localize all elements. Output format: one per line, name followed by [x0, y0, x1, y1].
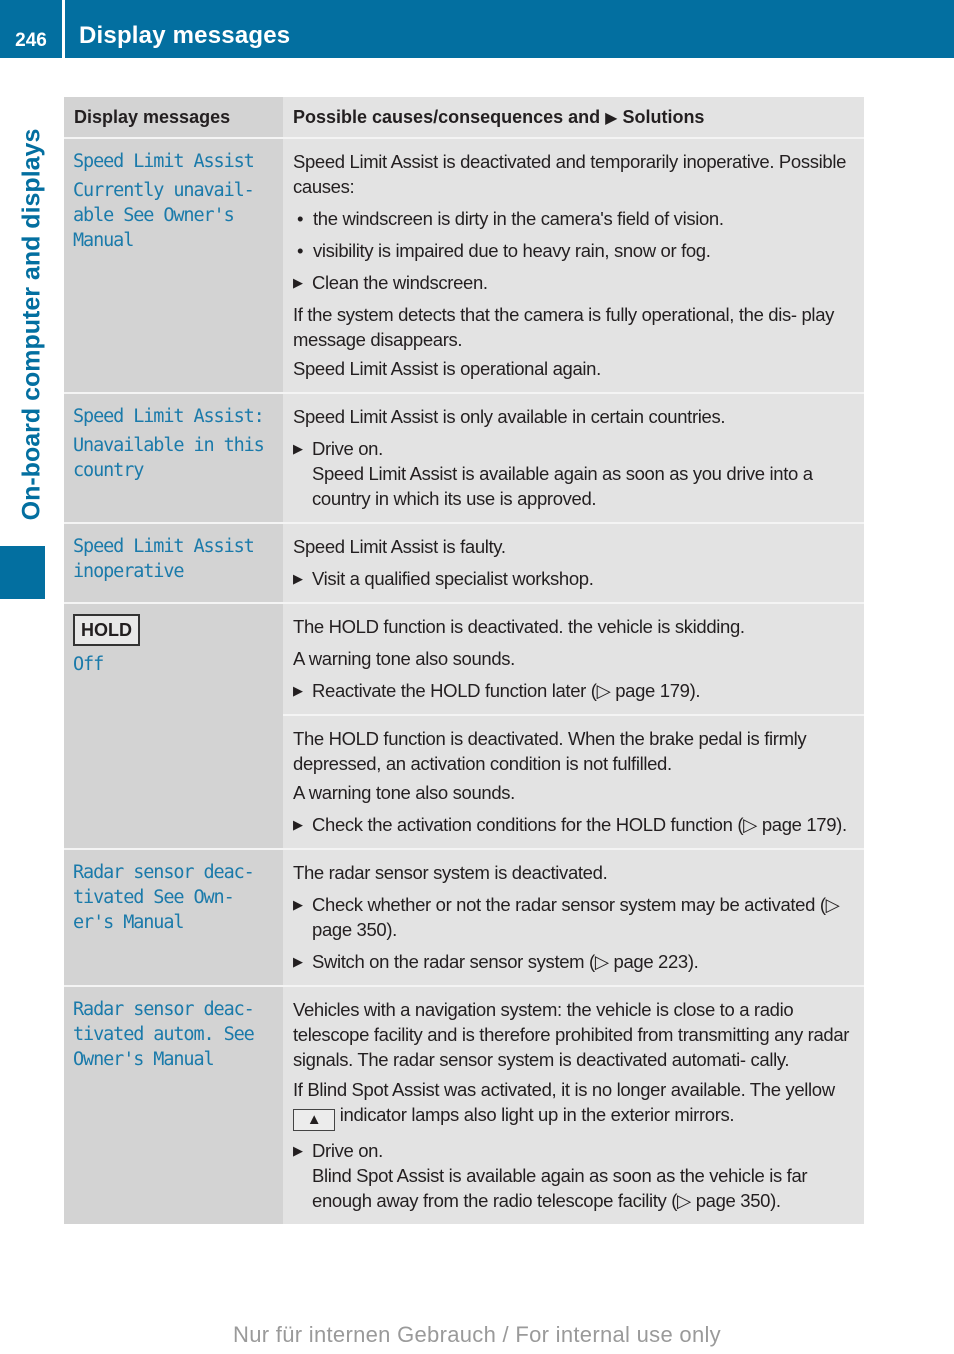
- message-solution: Vehicles with a navigation system: the v…: [283, 985, 864, 1224]
- message-solution: Speed Limit Assist is faulty. ▶ Visit a q…: [283, 522, 864, 603]
- hold-indicator-icon: HOLD: [73, 614, 140, 646]
- bullet-text: the windscreen is dirty in the camera's …: [313, 208, 724, 229]
- cause-bullet: • visibility is impaired due to heavy rai…: [293, 238, 856, 263]
- step-text: Drive on.: [312, 438, 383, 459]
- cause-text: The HOLD function is deactivated. the ve…: [293, 616, 745, 637]
- blind-spot-text-post: indicator lamps also light up in the ext…: [335, 1104, 735, 1125]
- message-solution: The radar sensor system is deactivated. …: [283, 848, 864, 986]
- side-chapter-marker: [0, 546, 45, 599]
- solution-step: ▶ Check the activation conditions for the…: [293, 812, 856, 837]
- message-text: Speed Limit Assist inoperative: [73, 536, 255, 582]
- page-number: 246: [15, 30, 47, 51]
- step-text: Drive on.: [312, 1140, 383, 1161]
- column-header-messages: Display messages: [64, 97, 283, 138]
- step-arrow-icon: ▶: [293, 954, 303, 969]
- display-message: Speed Limit Assist inoperative: [64, 522, 283, 603]
- solution-step: ▶ Clean the windscreen.: [293, 270, 856, 295]
- solution-step: ▶ Drive on. Blind Spot Assist is available…: [293, 1138, 856, 1213]
- bullet-icon: •: [297, 208, 304, 229]
- step-arrow-icon: ▶: [293, 897, 303, 912]
- side-chapter-label: On-board computer and displays: [17, 128, 46, 520]
- display-message: Speed Limit Assist Currently unavail‐ ab…: [64, 137, 283, 393]
- display-message: Radar sensor deac‐ tivated autom. See Ow…: [64, 985, 283, 1224]
- solution-step: ▶ Drive on. Speed Limit Assist is availabl…: [293, 436, 856, 511]
- step-arrow-icon: ▶: [293, 1143, 303, 1158]
- solution-arrow-icon: ▶: [605, 110, 618, 127]
- step-text: Reactivate the HOLD function later (▷ pa…: [312, 680, 701, 701]
- blind-spot-text-pre: If Blind Spot Assist was activated, it i…: [293, 1079, 835, 1100]
- step-text: Clean the windscreen.: [312, 272, 488, 293]
- message-text: Off: [73, 654, 104, 675]
- message-text: Speed Limit Assist:: [73, 406, 265, 427]
- display-message: HOLD Off: [64, 602, 283, 849]
- step-text: Check whether or not the radar sensor sy…: [312, 894, 840, 940]
- internal-use-watermark: Nur für internen Gebrauch / For internal…: [233, 1322, 721, 1347]
- step-arrow-icon: ▶: [293, 441, 303, 456]
- blind-spot-text: If Blind Spot Assist was activated, it i…: [293, 1077, 856, 1131]
- solution-step: ▶ Check whether or not the radar sensor s…: [293, 892, 856, 942]
- header-text: Solutions: [617, 107, 705, 127]
- table-row: Radar sensor deac‐ tivated autom. See Ow…: [64, 985, 864, 1224]
- solution-step: ▶ Visit a qualified specialist workshop.: [293, 566, 856, 591]
- table-row: Speed Limit Assist: Unavailable in this …: [64, 392, 864, 523]
- cause-text: A warning tone also sounds.: [293, 648, 515, 669]
- message-text: Radar sensor deac‐ tivated autom. See Ow…: [73, 999, 255, 1070]
- step-text: Check the activation conditions for the …: [312, 814, 847, 835]
- cause-text: Speed Limit Assist is only available in …: [293, 406, 726, 427]
- display-message: Speed Limit Assist: Unavailable in this …: [64, 392, 283, 523]
- cause-text: The HOLD function is deactivated. When t…: [293, 728, 807, 774]
- cause-text: Vehicles with a navigation system: the v…: [293, 999, 850, 1070]
- message-text: Speed Limit Assist: [73, 151, 255, 172]
- solution-step: ▶ Reactivate the HOLD function later (▷ p…: [293, 678, 856, 703]
- table-row: Speed Limit Assist Currently unavail‐ ab…: [64, 137, 864, 393]
- side-chapter-tab: On-board computer and displays: [14, 113, 50, 535]
- solution-step: ▶ Switch on the radar sensor system (▷ pa…: [293, 949, 856, 974]
- message-text: Currently unavail‐ able See Owner's Manu…: [73, 180, 255, 251]
- cause-bullet: • the windscreen is dirty in the camera's…: [293, 206, 856, 231]
- display-messages-table: Display messages Possible causes/consequ…: [64, 97, 864, 1224]
- step-text: Visit a qualified specialist workshop.: [312, 568, 594, 589]
- step-detail: Blind Spot Assist is available again as …: [312, 1165, 808, 1211]
- page-header-bar: 246 Display messages: [0, 0, 954, 58]
- table-row: HOLD Off The HOLD function is deactivate…: [64, 602, 864, 849]
- message-solution: Speed Limit Assist is only available in …: [283, 392, 864, 523]
- step-arrow-icon: ▶: [293, 275, 303, 290]
- table-row: Speed Limit Assist inoperative Speed Lim…: [64, 522, 864, 603]
- blind-spot-warning-icon: ▲: [293, 1109, 335, 1131]
- column-header-solutions: Possible causes/consequences and ▶ Solut…: [283, 97, 864, 138]
- header-divider: [62, 0, 65, 58]
- step-arrow-icon: ▶: [293, 571, 303, 586]
- step-arrow-icon: ▶: [293, 817, 303, 832]
- cause-text: A warning tone also sounds.: [293, 782, 515, 803]
- message-text: Unavailable in this country: [73, 435, 265, 481]
- message-solution: The HOLD function is deactivated. the ve…: [283, 602, 864, 715]
- cause-text: Speed Limit Assist is faulty.: [293, 536, 506, 557]
- cause-text: The radar sensor system is deactivated.: [293, 862, 608, 883]
- message-solution: The HOLD function is deactivated. When t…: [283, 714, 864, 849]
- cause-text: Speed Limit Assist is deactivated and te…: [293, 151, 847, 197]
- consequence-text: Speed Limit Assist is operational again.: [293, 358, 601, 379]
- display-message: Radar sensor deac‐ tivated See Own‐ er's…: [64, 848, 283, 986]
- step-detail: Speed Limit Assist is available again as…: [312, 463, 813, 509]
- step-arrow-icon: ▶: [293, 683, 303, 698]
- message-solution: Speed Limit Assist is deactivated and te…: [283, 137, 864, 393]
- header-text: Possible causes/consequences and: [293, 107, 606, 127]
- bullet-icon: •: [297, 240, 304, 261]
- bullet-text: visibility is impaired due to heavy rain…: [313, 240, 711, 261]
- table-header-row: Display messages Possible causes/consequ…: [64, 97, 864, 138]
- page-title: Display messages: [79, 22, 291, 49]
- consequence-text: If the system detects that the camera is…: [293, 304, 835, 350]
- table-row: Radar sensor deac‐ tivated See Own‐ er's…: [64, 848, 864, 986]
- message-text: Radar sensor deac‐ tivated See Own‐ er's…: [73, 862, 255, 933]
- step-text: Switch on the radar sensor system (▷ pag…: [312, 951, 699, 972]
